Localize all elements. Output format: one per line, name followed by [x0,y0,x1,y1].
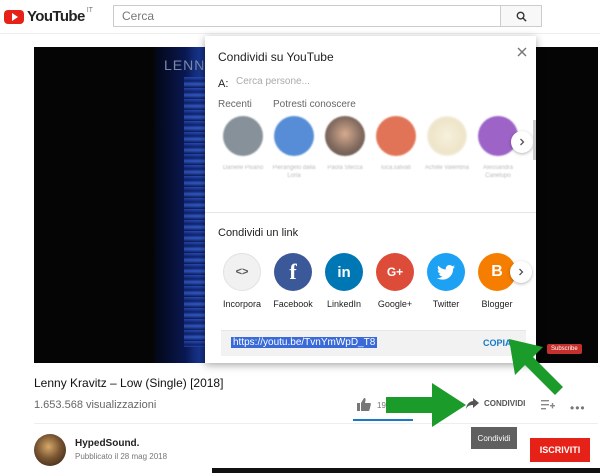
publish-date: Pubblicato il 28 mag 2018 [75,452,168,461]
share-googleplus-button[interactable]: G+ Google+ [371,253,419,309]
facebook-icon: f [274,253,312,291]
share-tooltip: Condividi [471,427,517,449]
share-target-label: Google+ [377,299,413,309]
close-icon [517,47,527,57]
divider [34,423,598,424]
contacts-next-button[interactable] [511,131,533,153]
contact-name: Pierangelo dalla Loria [272,165,316,179]
contact-name: luca.salvati [381,165,411,171]
chevron-right-icon [520,138,525,146]
close-button[interactable] [514,44,530,60]
share-dialog-title: Condividi su YouTube [218,50,334,64]
search-button[interactable] [500,5,542,27]
dialog-scrollbar[interactable] [533,120,536,160]
thumbs-up-icon [357,398,371,411]
share-target-label: Facebook [273,299,313,309]
share-target-label: Blogger [481,299,513,309]
share-button[interactable]: CONDIVIDI [466,398,525,409]
search-input[interactable]: Cerca [113,5,501,27]
bottom-bar [212,468,600,473]
contact-item[interactable]: Paola Stecca [323,116,367,172]
embed-icon: <> [223,253,261,291]
avatar [223,116,263,156]
channel-avatar[interactable] [34,434,66,466]
share-target-label: Twitter [432,299,460,309]
chevron-right-icon [519,268,524,276]
share-embed-button[interactable]: <> Incorpora [218,253,266,309]
share-target-label: LinkedIn [326,299,362,309]
share-twitter-button[interactable]: Twitter [422,253,470,309]
linkedin-icon: in [325,253,363,291]
divider [205,212,536,213]
annotation-arrow-share [386,383,466,427]
like-button[interactable] [357,398,371,416]
playlist-add-icon [541,400,555,410]
view-count: 1.653.568 visualizzazioni [34,399,157,411]
share-target-label: Incorpora [222,299,262,309]
share-link-url[interactable]: https://youtu.be/TvnYmWpD_T8 [231,337,378,348]
avatar [274,116,314,156]
share-targets-next-button[interactable] [510,261,532,283]
channel-name[interactable]: HypedSound. [75,438,139,449]
contact-item[interactable]: Achille Valentina [425,116,469,172]
contact-name: Paola Stecca [327,165,363,171]
subscribe-button[interactable]: ISCRIVITI [530,438,590,462]
google-plus-icon: G+ [376,253,414,291]
youtube-watch-page: YouTube IT Cerca LENN Subscribe Condivid… [0,0,600,473]
contact-item[interactable]: Pierangelo dalla Loria [272,116,316,180]
video-overlay-text: LENN [164,57,206,73]
share-link-box: https://youtu.be/TvnYmWpD_T8 COPIA [221,330,526,356]
youtube-play-icon [4,9,24,24]
share-dialog: Condividi su YouTube A: Cerca persone...… [205,36,536,363]
contacts-row: Daniele Pisano Pierangelo dalla Loria Pa… [221,116,521,196]
twitter-icon [427,253,465,291]
suggested-label: Potresti conoscere [273,99,356,110]
contact-name: Achille Valentina [425,165,469,171]
masthead: YouTube IT Cerca [0,0,600,34]
annotation-arrow-copy [509,339,563,395]
logo-text: YouTube [27,8,85,25]
share-targets-row: <> Incorpora f Facebook in LinkedIn G+ G… [218,253,528,313]
logo-country: IT [86,7,93,14]
share-link-title: Condividi un link [218,227,299,239]
avatar [376,116,416,156]
avatar [427,116,467,156]
avatar [325,116,365,156]
share-facebook-button[interactable]: f Facebook [269,253,317,309]
search-icon [516,11,527,22]
recipient-search-input[interactable]: Cerca persone... [236,76,446,90]
youtube-logo[interactable]: YouTube IT [4,7,93,25]
share-linkedin-button[interactable]: in LinkedIn [320,253,368,309]
share-button-label: CONDIVIDI [484,399,526,408]
video-title: Lenny Kravitz – Low (Single) [2018] [34,376,224,390]
like-count: 19 [377,401,386,410]
contact-name: Daniele Pisano [222,165,264,171]
to-label: A: [218,78,229,90]
contact-name: Alessandra Canelupo [482,165,514,179]
contact-item[interactable]: Daniele Pisano [221,116,265,172]
contact-item[interactable]: luca.salvati [374,116,418,172]
more-actions-icon[interactable]: ••• [570,401,586,415]
add-to-playlist-button[interactable] [541,398,555,416]
recent-label: Recenti [218,99,252,110]
